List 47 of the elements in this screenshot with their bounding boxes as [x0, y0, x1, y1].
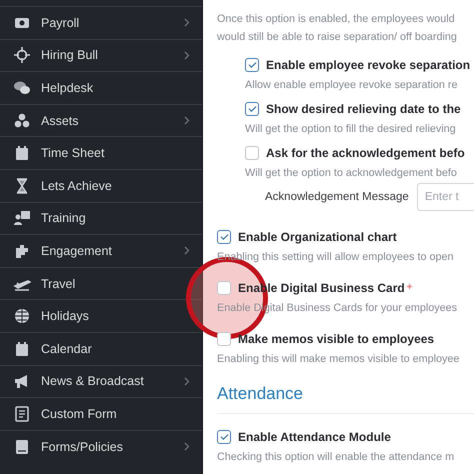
option-title: Enable Attendance Module — [238, 430, 391, 444]
crosshair-icon — [13, 46, 31, 64]
option-description: would still be able to raise separation/ off boarding — [217, 30, 458, 45]
checkbox[interactable] — [217, 332, 231, 346]
sidebar-item[interactable]: Custom Form — [0, 397, 202, 430]
sidebar-item[interactable]: Lets Achieve — [0, 168, 202, 202]
checkbox[interactable] — [245, 102, 259, 116]
input-field[interactable]: Enter t — [416, 183, 474, 211]
sidebar-item[interactable]: Calendar — [0, 332, 202, 365]
sidebar-item[interactable]: Holidays — [0, 299, 202, 332]
sidebar-item[interactable]: Time Sheet — [0, 136, 202, 169]
option-title: Ask for the acknowledgement befo — [266, 146, 465, 160]
checkbox[interactable] — [217, 430, 231, 444]
checkbox[interactable] — [217, 281, 231, 295]
sidebar-item[interactable]: Assets — [0, 104, 202, 136]
boxes-icon — [13, 112, 31, 130]
option-description: Once this option is enabled, the employees would — [217, 12, 456, 27]
option-description: Allow enable employee revoke separation re — [245, 78, 458, 93]
option-title: Enable employee revoke separation — [266, 58, 470, 72]
sidebar-item[interactable]: Training — [0, 202, 202, 234]
sidebar-item[interactable]: Forms/Policies — [0, 430, 202, 462]
option-description: Will get the option to fill the desired relieving — [245, 122, 457, 137]
sidebar-item[interactable]: Engagement — [0, 234, 202, 267]
sidebar-item[interactable]: Payroll — [0, 6, 202, 39]
calendar-icon — [13, 144, 31, 162]
presenter-icon — [13, 209, 31, 228]
option-description: Checking this option will enable the attendance m — [217, 450, 456, 465]
section-heading: Attendance — [217, 383, 304, 405]
option-title: Show desired relieving date to the — [266, 102, 461, 116]
field-label: Acknowledgement Message — [265, 191, 409, 203]
option-description: Enabling this setting will allow employees to open — [217, 250, 454, 265]
sidebar-item[interactable]: News & Broadcast — [0, 364, 202, 398]
checkbox[interactable] — [217, 230, 231, 244]
calendar-icon — [13, 340, 31, 358]
checkbox[interactable] — [245, 58, 259, 72]
sidebar-item[interactable]: Helpdesk — [0, 71, 202, 104]
chat-bubbles-icon — [13, 78, 31, 97]
form-icon — [13, 404, 31, 423]
book-icon — [13, 438, 31, 456]
option-title: Make memos visible to employees — [238, 332, 434, 346]
checkbox[interactable] — [245, 146, 259, 160]
option-description: Enabling this will make memos visible to employee — [217, 352, 460, 367]
option-title: Enable Organizational chart — [238, 230, 397, 244]
option-description: Will get the option to acknowledgement befo — [245, 166, 458, 181]
sidebar-item[interactable]: Travel — [0, 266, 202, 300]
sidebar-item[interactable]: Hiring Bull — [0, 38, 202, 72]
globe-icon — [13, 307, 31, 326]
